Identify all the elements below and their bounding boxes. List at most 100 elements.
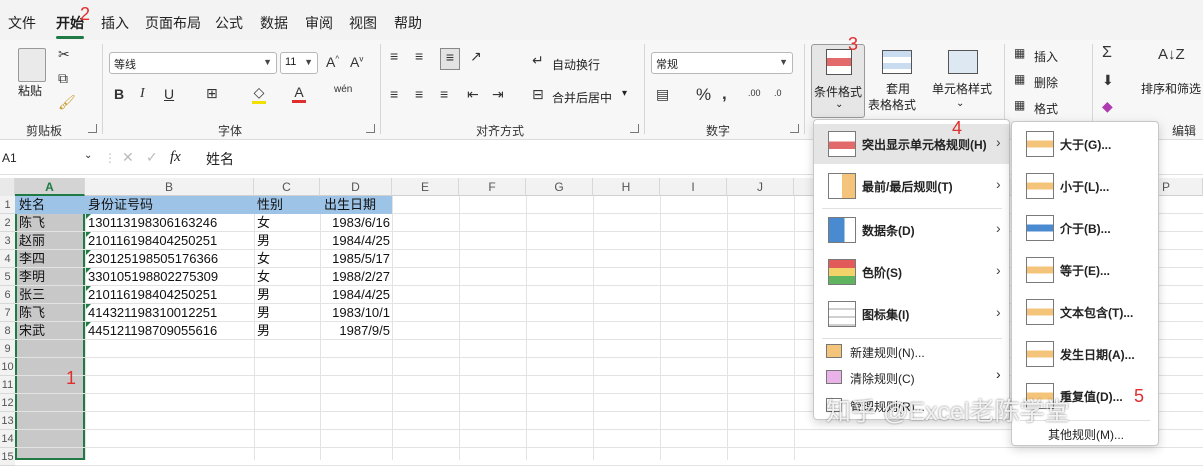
merge-center-button[interactable]: 合并后居中: [552, 89, 612, 106]
menu-item-new-rule[interactable]: 新建规则(N)...: [814, 340, 1009, 364]
table-cell[interactable]: 宋武: [19, 322, 81, 340]
align-bottom-icon[interactable]: ≡: [440, 48, 460, 70]
table-cell[interactable]: 男: [257, 286, 317, 304]
cancel-icon[interactable]: ✕: [122, 149, 134, 166]
table-cell[interactable]: 445121198709055616: [88, 322, 250, 340]
tab-review[interactable]: 审阅: [305, 13, 333, 33]
phonetic-icon[interactable]: wén: [334, 84, 352, 95]
column-header[interactable]: C: [254, 178, 320, 196]
name-box[interactable]: A1: [2, 151, 17, 165]
submenu-greater-than[interactable]: 大于(G)...: [1012, 124, 1158, 164]
sort-filter-button[interactable]: 排序和筛选: [1141, 80, 1201, 97]
row-header[interactable]: 10: [0, 358, 15, 376]
font-size-select[interactable]: 11 ▼: [280, 52, 318, 74]
select-all-corner[interactable]: [0, 178, 15, 196]
row-header[interactable]: 3: [0, 232, 15, 250]
fill-icon[interactable]: ⬇: [1102, 72, 1114, 89]
table-cell[interactable]: 1984/4/25: [320, 286, 390, 304]
conditional-formatting-button[interactable]: 条件格式 ⌄: [811, 44, 865, 118]
alignment-launcher-icon[interactable]: [630, 124, 639, 133]
fill-color-icon[interactable]: ◇: [252, 84, 266, 104]
row-header[interactable]: 6: [0, 286, 15, 304]
row-header[interactable]: 4: [0, 250, 15, 268]
table-cell[interactable]: 1983/6/16: [320, 214, 390, 232]
table-cell[interactable]: 李四: [19, 250, 81, 268]
comma-style-icon[interactable]: ,: [722, 84, 727, 104]
row-header[interactable]: 7: [0, 304, 15, 322]
chevron-down-icon[interactable]: ▾: [622, 88, 627, 99]
wrap-text-button[interactable]: 自动换行: [552, 56, 600, 73]
tab-page-layout[interactable]: 页面布局: [145, 13, 201, 33]
clear-icon[interactable]: ◆: [1102, 98, 1113, 115]
menu-item-data-bars[interactable]: 数据条(D) ›: [814, 210, 1009, 250]
menu-item-highlight-cells-rules[interactable]: 突出显示单元格规则(H) ›: [814, 124, 1009, 164]
table-cell[interactable]: 赵丽: [19, 232, 81, 250]
percent-icon[interactable]: %: [696, 85, 711, 105]
increase-indent-icon[interactable]: ⇥: [492, 86, 504, 103]
submenu-text-contains[interactable]: 文本包含(T)...: [1012, 292, 1158, 332]
table-cell[interactable]: 1983/10/1: [320, 304, 390, 322]
column-header[interactable]: I: [660, 178, 727, 196]
tab-help[interactable]: 帮助: [394, 13, 422, 33]
column-header[interactable]: H: [593, 178, 660, 196]
tab-file[interactable]: 文件: [8, 13, 36, 33]
format-cells-icon[interactable]: ▦: [1014, 98, 1025, 112]
shrink-font-icon[interactable]: Av: [350, 54, 363, 70]
align-middle-icon[interactable]: ≡: [415, 48, 423, 64]
font-color-icon[interactable]: A: [292, 84, 306, 103]
paste-icon[interactable]: [18, 48, 46, 82]
table-cell[interactable]: 1984/4/25: [320, 232, 390, 250]
table-cell[interactable]: 330105198802275309: [88, 268, 250, 286]
submenu-between[interactable]: 介于(B)...: [1012, 208, 1158, 248]
column-header[interactable]: D: [320, 178, 392, 196]
header-cell[interactable]: 出生日期: [324, 196, 376, 214]
orientation-icon[interactable]: ↗: [470, 48, 482, 65]
table-cell[interactable]: 210116198404250251: [88, 286, 250, 304]
merge-center-icon[interactable]: ⊟: [532, 86, 544, 103]
format-painter-icon[interactable]: 🖌: [58, 94, 76, 111]
table-cell[interactable]: 1985/5/17: [320, 250, 390, 268]
table-cell[interactable]: 男: [257, 232, 317, 250]
font-name-select[interactable]: 等线 ▼: [109, 52, 277, 74]
table-cell[interactable]: 414321198310012251: [88, 304, 250, 322]
table-cell[interactable]: 130113198306163246: [88, 214, 250, 232]
formula-input[interactable]: 姓名: [206, 149, 234, 169]
row-header[interactable]: 14: [0, 430, 15, 448]
table-cell[interactable]: 210116198404250251: [88, 232, 250, 250]
copy-icon[interactable]: ⧉: [58, 70, 68, 87]
submenu-less-than[interactable]: 小于(L)...: [1012, 166, 1158, 206]
table-cell[interactable]: 女: [257, 214, 317, 232]
bold-icon[interactable]: B: [114, 86, 124, 102]
decrease-indent-icon[interactable]: ⇤: [467, 86, 479, 103]
menu-item-icon-sets[interactable]: 图标集(I) ›: [814, 294, 1009, 334]
table-cell[interactable]: 女: [257, 250, 317, 268]
insert-cells-icon[interactable]: ▦: [1014, 46, 1025, 60]
format-as-table-label-2[interactable]: 表格格式: [868, 96, 916, 113]
increase-decimal-icon[interactable]: .00: [748, 88, 761, 98]
align-left-icon[interactable]: ≡: [390, 86, 398, 102]
insert-cells-button[interactable]: 插入: [1034, 48, 1058, 65]
table-cell[interactable]: 1988/2/27: [320, 268, 390, 286]
number-launcher-icon[interactable]: [790, 124, 799, 133]
font-launcher-icon[interactable]: [366, 124, 375, 133]
cell-styles-icon[interactable]: [948, 50, 978, 74]
menu-item-clear-rules[interactable]: 清除规则(C) ›: [814, 366, 1009, 390]
column-header[interactable]: J: [727, 178, 794, 196]
align-top-icon[interactable]: ≡: [390, 48, 398, 64]
tab-insert[interactable]: 插入: [101, 13, 129, 33]
submenu-equal-to[interactable]: 等于(E)...: [1012, 250, 1158, 290]
column-header[interactable]: F: [459, 178, 526, 196]
clipboard-launcher-icon[interactable]: [88, 124, 97, 133]
column-header[interactable]: G: [526, 178, 593, 196]
delete-cells-icon[interactable]: ▦: [1014, 72, 1025, 86]
delete-cells-button[interactable]: 删除: [1034, 74, 1058, 91]
table-cell[interactable]: 女: [257, 268, 317, 286]
accounting-icon[interactable]: ▤: [656, 86, 669, 103]
cut-icon[interactable]: ✂: [58, 46, 70, 63]
tab-data[interactable]: 数据: [260, 13, 288, 33]
row-header[interactable]: 15: [0, 448, 15, 466]
row-header[interactable]: 11: [0, 376, 15, 394]
sort-filter-icon[interactable]: A↓Z: [1158, 46, 1185, 63]
header-cell[interactable]: 身份证号码: [88, 196, 153, 214]
header-cell[interactable]: 姓名: [19, 196, 45, 214]
